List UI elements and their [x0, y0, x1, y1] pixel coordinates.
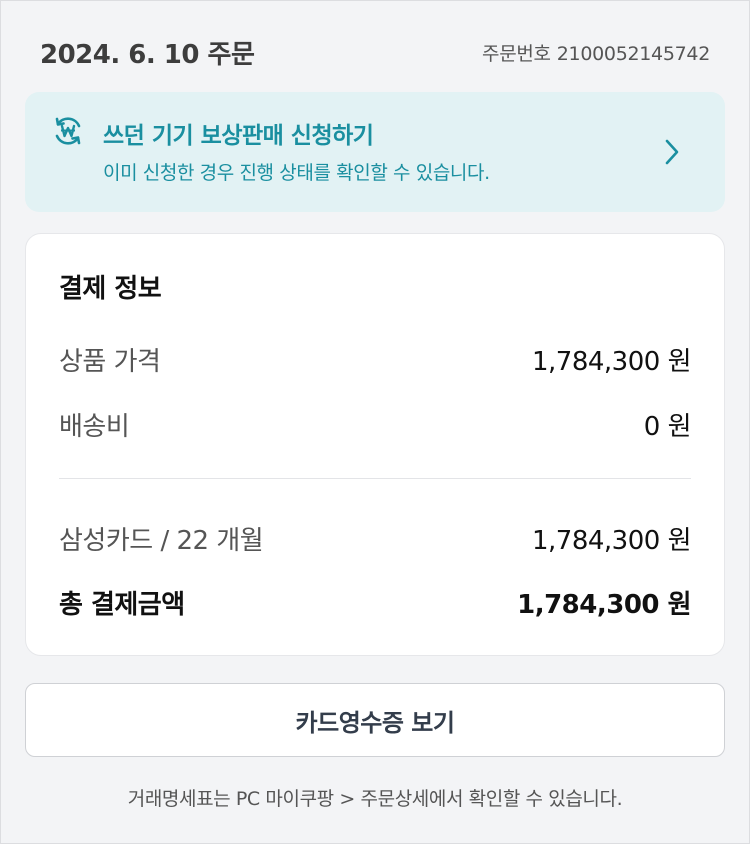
- view-card-receipt-button[interactable]: 카드영수증 보기: [25, 683, 725, 757]
- card-payment-label: 삼성카드 / 22 개월: [59, 525, 264, 556]
- order-number-value: 2100052145742: [556, 42, 711, 65]
- order-number-label: 주문번호: [482, 42, 551, 65]
- product-price-label: 상품 가격: [59, 346, 161, 377]
- payment-info-title: 결제 정보: [59, 274, 162, 304]
- total-payment-value: 1,784,300 원: [517, 589, 691, 620]
- order-number-info: 주문번호 2100052145742: [482, 39, 710, 66]
- product-price-value: 1,784,300 원: [531, 346, 692, 377]
- product-price-row: 상품 가격 1,784,300 원: [59, 339, 692, 379]
- shipping-fee-value: 0 원: [643, 411, 692, 442]
- shipping-fee-row: 배송비 0 원: [59, 404, 692, 444]
- card-payment-row: 삼성카드 / 22 개월 1,784,300 원: [59, 518, 692, 558]
- won-exchange-icon: [52, 115, 84, 147]
- order-date: 2024. 6. 10 주문: [40, 39, 255, 70]
- tradein-banner[interactable]: 쓰던 기기 보상판매 신청하기 이미 신청한 경우 진행 상태를 확인할 수 있…: [25, 92, 725, 212]
- total-payment-label: 총 결제금액: [59, 589, 185, 620]
- total-payment-row: 총 결제금액 1,784,300 원: [59, 582, 691, 622]
- footer-note: 거래명세표는 PC 마이쿠팡 > 주문상세에서 확인할 수 있습니다.: [127, 788, 623, 810]
- card-payment-value: 1,784,300 원: [531, 525, 692, 556]
- chevron-right-icon: [663, 138, 681, 166]
- payment-info-card: 결제 정보 상품 가격 1,784,300 원 배송비 0 원 삼성카드 / 2…: [25, 233, 725, 656]
- order-header: 2024. 6. 10 주문 주문번호 2100052145742: [40, 30, 710, 74]
- tradein-title: 쓰던 기기 보상판매 신청하기: [103, 123, 374, 149]
- shipping-fee-label: 배송비: [59, 411, 130, 442]
- tradein-subtitle: 이미 신청한 경우 진행 상태를 확인할 수 있습니다.: [103, 162, 490, 184]
- divider: [59, 478, 691, 479]
